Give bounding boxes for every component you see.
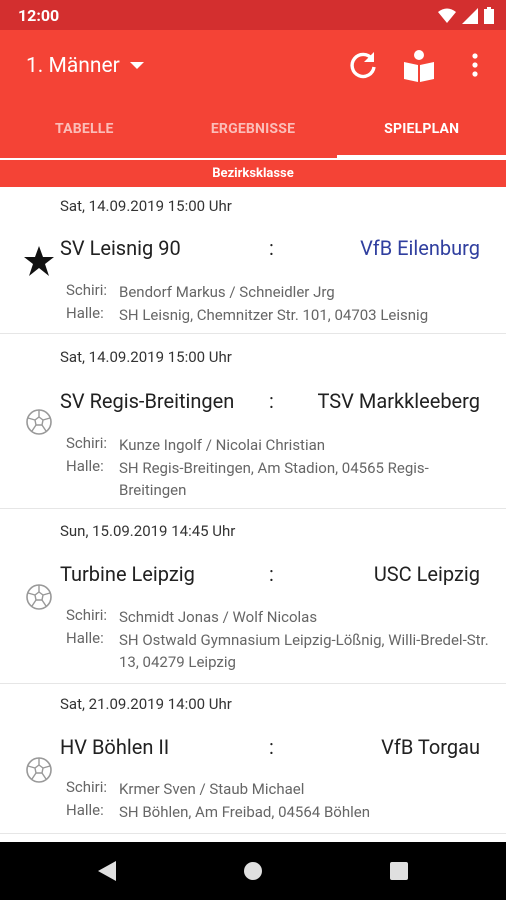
more-options-button[interactable] [458, 48, 492, 82]
away-team: USC Leipzig [373, 562, 480, 586]
back-button[interactable] [92, 856, 122, 886]
handball-icon [22, 405, 56, 439]
tab-spielplan[interactable]: SPIELPLAN [337, 100, 506, 158]
match-date: Sat, 21.09.2019 14:00 Uhr [60, 695, 232, 713]
hall-value: SH Leisnig, Chemnitzer Str. 101, 04703 L… [119, 306, 429, 324]
favorite-star-icon[interactable] [22, 244, 56, 278]
battery-icon [484, 7, 494, 24]
match-date: Sat, 14.09.2019 15:00 Uhr [60, 348, 232, 366]
hall-value: SH Regis-Breitingen, Am Stadion, 04565 R… [119, 459, 429, 499]
wifi-icon [438, 8, 456, 23]
referee-row: Schiri: Kunze Ingolf / Nicolai Christian [66, 434, 489, 456]
hall-row: Halle: SH Regis-Breitingen, Am Stadion, … [66, 457, 489, 501]
system-nav-bar [0, 842, 506, 900]
hall-row: Halle: SH Leisnig, Chemnitzer Str. 101, … [66, 304, 489, 326]
referee-value: Schmidt Jonas / Wolf Nicolas [119, 608, 318, 626]
recents-button[interactable] [384, 856, 414, 886]
home-button[interactable] [238, 856, 268, 886]
hall-label: Halle: [66, 304, 104, 322]
hall-label: Halle: [66, 629, 104, 647]
handball-icon [22, 580, 56, 614]
referee-value: Bendorf Markus / Schneidler Jrg [119, 283, 335, 301]
match-item[interactable]: Sat, 21.09.2019 14:00 Uhr HV Böhlen II :… [0, 684, 506, 834]
referee-label: Schiri: [66, 434, 108, 452]
signal-icon [462, 7, 478, 24]
referee-row: Schiri: Bendorf Markus / Schneidler Jrg [66, 281, 489, 303]
score-separator: : [269, 389, 274, 413]
hall-label: Halle: [66, 457, 104, 475]
refresh-button[interactable] [346, 48, 380, 82]
match-date: Sun, 15.09.2019 14:45 Uhr [60, 522, 236, 540]
referee-row: Schiri: Schmidt Jonas / Wolf Nicolas [66, 606, 489, 628]
app-title: 1. Männer [26, 54, 120, 78]
status-time: 12:00 [18, 6, 60, 25]
match-item[interactable]: Sat, 14.09.2019 15:00 Uhr SV Regis-Breit… [0, 334, 506, 509]
home-team: SV Leisnig 90 [60, 236, 181, 260]
away-team: TSV Markkleeberg [317, 389, 480, 413]
back-triangle-icon [98, 861, 116, 881]
tab-ergebnisse[interactable]: ERGEBNISSE [169, 100, 338, 158]
dropdown-arrow-icon [129, 62, 144, 69]
team-selector[interactable]: 1. Männer [26, 54, 144, 78]
reader-book-icon [404, 50, 434, 82]
recents-square-icon [390, 862, 408, 880]
tab-bar: TABELLE ERGEBNISSE SPIELPLAN [0, 100, 506, 158]
referee-label: Schiri: [66, 281, 108, 299]
home-team: SV Regis-Breitingen [60, 389, 235, 413]
referee-value: Kunze Ingolf / Nicolai Christian [119, 436, 326, 454]
match-list[interactable]: Sat, 14.09.2019 15:00 Uhr SV Leisnig 90 … [0, 187, 506, 842]
match-item[interactable]: Sun, 15.09.2019 14:45 Uhr Turbine Leipzi… [0, 509, 506, 684]
refresh-icon [350, 52, 376, 79]
hall-value: SH Böhlen, Am Freibad, 04564 Böhlen [119, 803, 370, 821]
score-separator: : [269, 735, 274, 759]
tab-tabelle[interactable]: TABELLE [0, 100, 169, 158]
score-separator: : [269, 236, 274, 260]
more-vert-icon [472, 53, 478, 77]
score-separator: : [269, 562, 274, 586]
match-date: Sat, 14.09.2019 15:00 Uhr [60, 197, 232, 215]
away-team: VfB Torgau [381, 735, 480, 759]
away-team: VfB Eilenburg [360, 236, 480, 260]
status-bar: 12:00 [0, 0, 506, 30]
rules-button[interactable] [402, 48, 436, 82]
match-item[interactable]: Sat, 14.09.2019 15:00 Uhr SV Leisnig 90 … [0, 187, 506, 334]
home-circle-icon [244, 862, 262, 880]
app-actions [346, 48, 492, 82]
hall-row: Halle: SH Böhlen, Am Freibad, 04564 Böhl… [66, 801, 489, 823]
hall-row: Halle: SH Ostwald Gymnasium Leipzig-Lößn… [66, 629, 489, 673]
app-bar: 1. Männer [0, 30, 506, 100]
hall-label: Halle: [66, 801, 104, 819]
league-header: Bezirksklasse [0, 160, 506, 187]
status-icons [438, 7, 494, 24]
handball-icon [22, 753, 56, 787]
referee-value: Krmer Sven / Staub Michael [119, 780, 305, 798]
referee-label: Schiri: [66, 606, 108, 624]
home-team: HV Böhlen II [60, 735, 170, 759]
referee-label: Schiri: [66, 778, 108, 796]
hall-value: SH Ostwald Gymnasium Leipzig-Lößnig, Wil… [119, 631, 489, 671]
home-team: Turbine Leipzig [60, 562, 195, 586]
referee-row: Schiri: Krmer Sven / Staub Michael [66, 778, 489, 800]
